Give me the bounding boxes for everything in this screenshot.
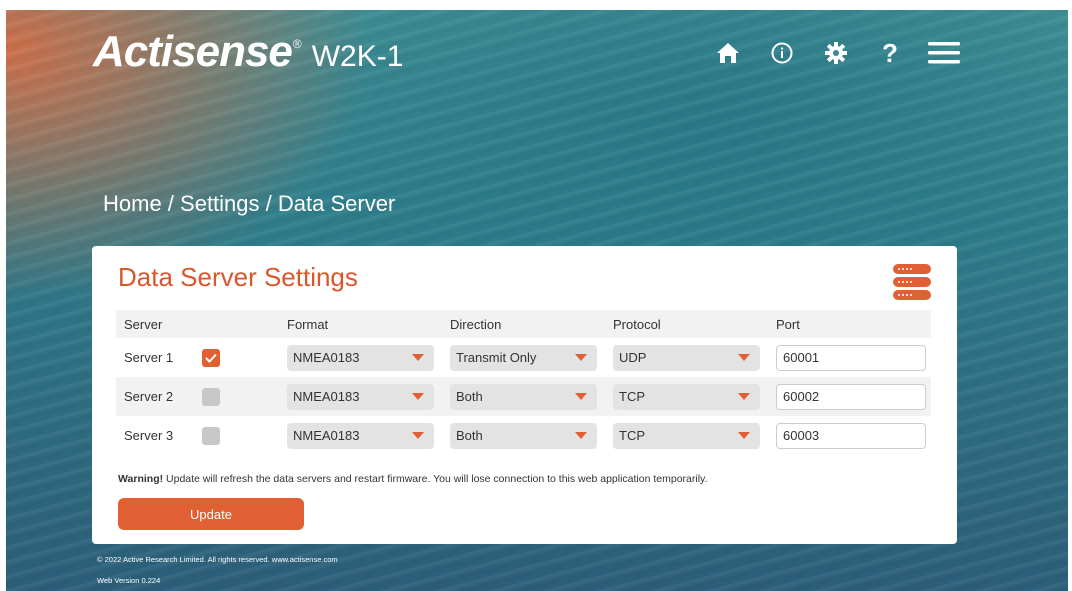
table-header: Server Format Direction Protocol Port [116, 310, 931, 338]
warning-text: Update will refresh the data servers and… [163, 473, 708, 485]
format-select[interactable]: NMEA0183 [287, 422, 434, 449]
settings-button[interactable] [809, 36, 863, 70]
protocol-select[interactable]: TCP [613, 383, 760, 410]
logo: Actisense® W2K-1 [93, 27, 403, 77]
help-icon: ? [882, 38, 898, 68]
home-icon [717, 43, 739, 63]
server-name: Server 3 [124, 428, 174, 443]
server-name: Server 2 [116, 377, 194, 416]
chevron-down-icon [738, 354, 750, 361]
column-header-server: Server [116, 310, 279, 338]
warning-message: Warning! Update will refresh the data se… [118, 473, 707, 485]
checkmark-icon [205, 353, 217, 363]
protocol-value: TCP [619, 389, 645, 404]
gear-icon [825, 42, 847, 64]
info-button[interactable] [755, 36, 809, 70]
direction-select[interactable]: Both [450, 422, 597, 449]
table-row: Server 3 NMEA0183 Both TCP 60003 [116, 416, 931, 455]
home-button[interactable] [701, 36, 755, 70]
table-row: Server 2 NMEA0183 Both TCP 60002 [116, 377, 931, 416]
protocol-value: UDP [619, 350, 647, 365]
menu-button[interactable] [917, 36, 971, 70]
format-select[interactable]: NMEA0183 [287, 383, 434, 410]
chevron-down-icon [738, 393, 750, 400]
footer-copyright: © 2022 Active Research Limited. All righ… [97, 555, 338, 564]
chevron-down-icon [412, 354, 424, 361]
breadcrumb-settings[interactable]: Settings [180, 191, 260, 216]
format-value: NMEA0183 [293, 389, 360, 404]
protocol-select[interactable]: UDP [613, 344, 760, 371]
server-enabled-checkbox[interactable] [202, 387, 220, 406]
server-table: Server Format Direction Protocol Port Se… [116, 310, 931, 455]
logo-brand: Actisense [93, 27, 293, 76]
direction-select[interactable]: Both [450, 383, 597, 410]
direction-value: Transmit Only [456, 350, 537, 365]
card-title: Data Server Settings [118, 262, 358, 292]
breadcrumb-home[interactable]: Home [103, 191, 162, 216]
background-frame: Actisense® W2K-1 ? Home / Settings / Dat… [6, 10, 1068, 591]
chevron-down-icon [575, 432, 587, 439]
protocol-value: TCP [619, 428, 645, 443]
help-button[interactable]: ? [863, 36, 917, 70]
protocol-select[interactable]: TCP [613, 422, 760, 449]
server-enabled-checkbox[interactable] [202, 426, 220, 445]
format-value: NMEA0183 [293, 350, 360, 365]
chevron-down-icon [575, 354, 587, 361]
data-server-card: Data Server Settings Server Format Direc… [92, 246, 957, 544]
logo-registered-mark: ® [292, 37, 302, 51]
chevron-down-icon [412, 393, 424, 400]
breadcrumb-current: Data Server [277, 191, 396, 216]
breadcrumb: Home / Settings / Data Server [103, 191, 395, 217]
update-button[interactable]: Update [118, 498, 304, 530]
menu-icon [928, 42, 960, 64]
port-input[interactable]: 60001 [776, 344, 926, 371]
port-input[interactable]: 60002 [776, 383, 926, 410]
table-row: Server 1 NMEA0183 Transmit Only UDP 6000… [116, 338, 931, 377]
footer-version: Web Version 0.224 [97, 576, 161, 585]
format-select[interactable]: NMEA0183 [287, 344, 434, 371]
format-value: NMEA0183 [293, 428, 360, 443]
column-header-protocol: Protocol [605, 310, 768, 338]
database-icon[interactable] [893, 264, 931, 303]
top-nav: ? [701, 36, 971, 70]
chevron-down-icon [575, 393, 587, 400]
server-name: Server 1 [124, 350, 174, 365]
port-input[interactable]: 60003 [776, 422, 926, 449]
column-header-format: Format [279, 310, 442, 338]
direction-value: Both [456, 389, 483, 404]
server-enabled-checkbox[interactable] [202, 348, 220, 367]
chevron-down-icon [412, 432, 424, 439]
info-icon [771, 42, 793, 64]
chevron-down-icon [738, 432, 750, 439]
breadcrumb-separator: / [161, 191, 181, 216]
warning-label: Warning! [118, 473, 164, 485]
breadcrumb-separator: / [259, 191, 278, 216]
column-header-direction: Direction [442, 310, 605, 338]
direction-value: Both [456, 428, 483, 443]
direction-select[interactable]: Transmit Only [450, 344, 597, 371]
logo-model: W2K-1 [311, 40, 404, 73]
column-header-port: Port [768, 310, 931, 338]
